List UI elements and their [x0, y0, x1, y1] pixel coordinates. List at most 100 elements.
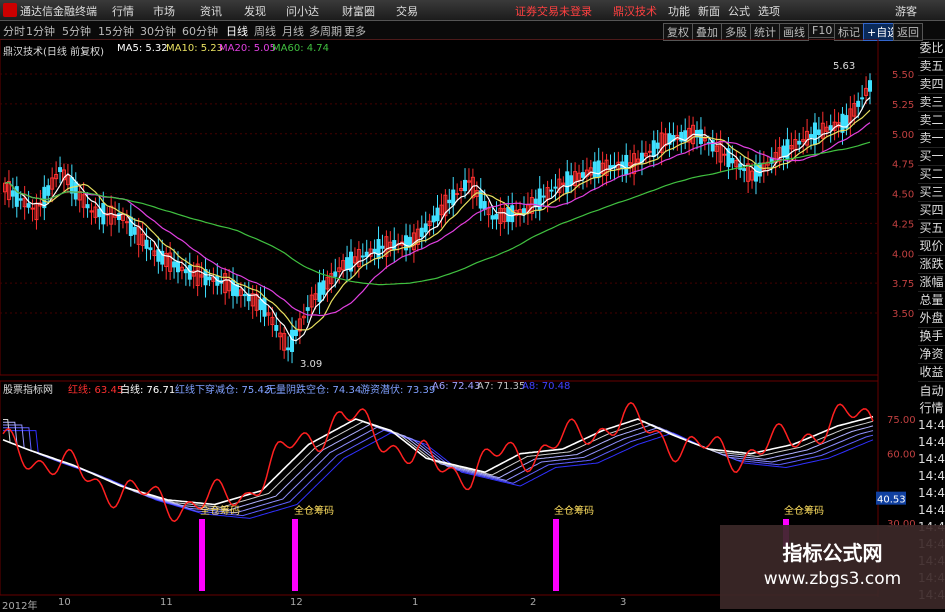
sidebar-item-0[interactable]: 委比 — [918, 40, 945, 58]
candle-body — [435, 207, 440, 222]
candle-body — [293, 329, 298, 337]
sidebar-item-3[interactable]: 卖三 — [918, 94, 945, 112]
period-multi[interactable]: 多周期 — [309, 23, 342, 39]
signal-label-1: 全仓筹码 — [200, 506, 240, 517]
sidebar-item-10[interactable]: 买五 — [918, 220, 945, 238]
stock-name-header: 鼎汉技术 — [613, 5, 657, 18]
time-item-1: 行情 — [919, 401, 944, 415]
watermark: 指标公式网 www.zbgs3.com — [720, 525, 945, 609]
menu-options[interactable]: 选项 — [758, 3, 780, 19]
sidebar-item-6[interactable]: 买一 — [918, 148, 945, 166]
menu-wealth[interactable]: 财富圈 — [342, 3, 375, 19]
period-more[interactable]: 更多 — [344, 23, 366, 39]
time-item-6: 14:47 — [918, 486, 945, 500]
sidebar-item-8[interactable]: 买三 — [918, 184, 945, 202]
period-1min[interactable]: 1分钟 — [26, 23, 55, 39]
period-30min[interactable]: 30分钟 — [140, 23, 176, 39]
title-bar: 通达信金融终端 行情 市场 资讯 发现 问小达 财富圈 交易 证券交易未登录 鼎… — [0, 0, 945, 21]
candle-body — [447, 199, 452, 204]
period-tick[interactable]: 分时 — [3, 23, 25, 39]
sidebar-item-2[interactable]: 卖四 — [918, 76, 945, 94]
period-60min[interactable]: 60分钟 — [182, 23, 218, 39]
candle-body — [463, 179, 468, 192]
candle-body — [132, 226, 137, 235]
sidebar-item-7[interactable]: 买二 — [918, 166, 945, 184]
guest-label[interactable]: 游客 — [895, 3, 917, 19]
sidebar-item-9[interactable]: 买四 — [918, 202, 945, 220]
sidebar-item-18[interactable]: 收益 — [918, 364, 945, 382]
menu-news[interactable]: 资讯 — [200, 3, 222, 19]
candle-body — [730, 157, 735, 164]
candle-body — [85, 204, 90, 209]
login-warning[interactable]: 证券交易未登录 — [515, 3, 592, 19]
candle-body — [549, 189, 554, 192]
candle-body — [333, 271, 338, 277]
menu-trade[interactable]: 交易 — [396, 3, 418, 19]
a7-legend: A7: 71.35 — [477, 381, 526, 392]
signal-label-4: 全仓筹码 — [784, 506, 824, 517]
period-daily[interactable]: 日线 — [226, 23, 248, 39]
candle-body — [828, 125, 833, 131]
ma10-legend: MA10: 5.23 — [166, 43, 224, 54]
ma5-legend: MA5: 5.32 — [117, 43, 168, 54]
candle-body — [124, 221, 129, 224]
candle-body — [816, 129, 821, 136]
sidebar-item-13[interactable]: 涨幅 — [918, 274, 945, 292]
watermark-url: www.zbgs3.com — [763, 569, 902, 589]
sidebar-item-16[interactable]: 换手 — [918, 328, 945, 346]
sidebar-item-4[interactable]: 卖二 — [918, 112, 945, 130]
candle-body — [419, 227, 424, 237]
candle-body — [380, 245, 385, 249]
price-tick-4: 4.50 — [892, 190, 914, 201]
period-15min[interactable]: 15分钟 — [98, 23, 134, 39]
candle-body — [97, 208, 102, 218]
sidebar-item-17[interactable]: 净资 — [918, 346, 945, 364]
sidebar-item-11[interactable]: 现价 — [918, 238, 945, 256]
candle-body — [569, 175, 574, 186]
candle-body — [262, 297, 267, 317]
candle-body — [553, 186, 558, 189]
watermark-title: 指标公式网 — [782, 541, 883, 565]
candle-body — [797, 140, 802, 145]
indicator-line-0 — [3, 430, 874, 519]
menu-discover[interactable]: 发现 — [244, 3, 266, 19]
chart-title: 鼎汉技术(日线 前复权) — [3, 47, 104, 58]
menu-quotes[interactable]: 行情 — [112, 3, 134, 19]
sidebar-item-5[interactable]: 卖一 — [918, 130, 945, 148]
sidebar-item-1[interactable]: 卖五 — [918, 58, 945, 76]
indicator-line-1 — [3, 427, 874, 517]
sidebar-item-14[interactable]: 总量 — [918, 292, 945, 310]
signal-label-2: 全仓筹码 — [294, 506, 334, 517]
indicator-title: 股票指标网 — [3, 385, 53, 396]
x-label-2: 2 — [530, 597, 537, 608]
x-label-11: 11 — [160, 597, 173, 608]
period-weekly[interactable]: 周线 — [254, 23, 276, 39]
menu-function[interactable]: 功能 — [668, 3, 690, 19]
candle-body — [345, 257, 350, 270]
menu-ask[interactable]: 问小达 — [286, 3, 319, 19]
candle-body — [286, 347, 291, 351]
kline-chart[interactable]: 5.50 5.25 5.00 4.75 4.50 4.25 4.00 3.75 3.50 75.… — [0, 39, 918, 597]
candle-body — [364, 251, 369, 258]
menu-formula[interactable]: 公式 — [728, 3, 750, 19]
high-price-label: 5.63 — [833, 61, 855, 72]
candle-body — [541, 195, 546, 198]
x-label-1: 1 — [412, 597, 419, 608]
period-monthly[interactable]: 月线 — [282, 23, 304, 39]
candle-body — [860, 97, 865, 100]
sidebar-item-12[interactable]: 涨跌 — [918, 256, 945, 274]
candle-body — [258, 299, 263, 311]
sidebar-item-15[interactable]: 外盘 — [918, 310, 945, 328]
candle-body — [144, 239, 149, 249]
ind-tick-1: 60.00 — [887, 450, 916, 461]
candle-body — [651, 140, 656, 158]
period-5min[interactable]: 5分钟 — [62, 23, 91, 39]
candle-body — [46, 185, 51, 196]
menu-market[interactable]: 市场 — [153, 3, 175, 19]
signal-bar-0 — [199, 519, 205, 591]
menu-new-layout[interactable]: 新面 — [698, 3, 720, 19]
time-item-4: 14:47 — [918, 452, 945, 466]
ma20-legend: MA20: 5.05 — [219, 43, 277, 54]
f10-button[interactable]: F10 — [808, 23, 837, 38]
candle-body — [482, 201, 487, 210]
